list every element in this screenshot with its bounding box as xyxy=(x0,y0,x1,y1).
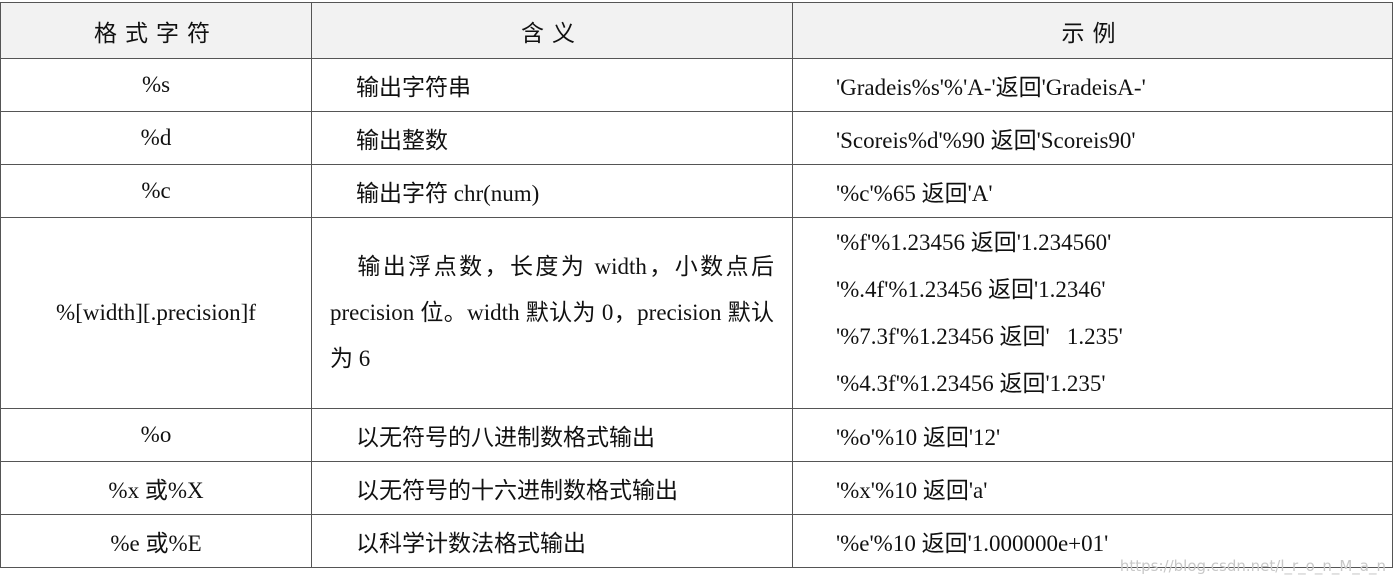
format-cell: %[width][.precision]f xyxy=(0,217,312,409)
header-example: 示例 xyxy=(792,2,1393,59)
table-row: %d 输出整数 'Scoreis%d'%90 返回'Scoreis90' xyxy=(0,111,1393,165)
example-cell: '%f'%1.23456 返回'1.234560' '%.4f'%1.23456… xyxy=(792,217,1393,409)
meaning-cell: 输出字符串 xyxy=(311,58,793,112)
meaning-cell: 以无符号的八进制数格式输出 xyxy=(311,408,793,462)
meaning-cell: 输出浮点数，长度为 width，小数点后 precision 位。width 默… xyxy=(311,217,793,409)
example-cell: '%o'%10 返回'12' xyxy=(792,408,1393,462)
meaning-cell: 以科学计数法格式输出 xyxy=(311,514,793,568)
table-row: %c 输出字符 chr(num) '%c'%65 返回'A' xyxy=(0,164,1393,218)
example-cell: 'Gradeis%s'%'A-'返回'GradeisA-' xyxy=(792,58,1393,112)
table-header-row: 格式字符 含义 示例 xyxy=(0,2,1393,59)
format-cell: %s xyxy=(0,58,312,112)
example-cell: 'Scoreis%d'%90 返回'Scoreis90' xyxy=(792,111,1393,165)
format-specifier-table: 格式字符 含义 示例 %s 输出字符串 'Gradeis%s'%'A-'返回'G… xyxy=(0,2,1393,568)
header-format: 格式字符 xyxy=(0,2,312,59)
format-cell: %c xyxy=(0,164,312,218)
format-cell: %o xyxy=(0,408,312,462)
meaning-cell: 以无符号的十六进制数格式输出 xyxy=(311,461,793,515)
table-row: %[width][.precision]f 输出浮点数，长度为 width，小数… xyxy=(0,217,1393,409)
watermark-url: https://blog.csdn.net/l_r_o_n_M_a_n xyxy=(1119,557,1386,575)
table-row: %o 以无符号的八进制数格式输出 '%o'%10 返回'12' xyxy=(0,408,1393,462)
example-cell: '%c'%65 返回'A' xyxy=(792,164,1393,218)
example-line: '%.4f'%1.23456 返回'1.2346' xyxy=(836,277,1106,302)
meaning-cell: 输出整数 xyxy=(311,111,793,165)
table-row: %s 输出字符串 'Gradeis%s'%'A-'返回'GradeisA-' xyxy=(0,58,1393,112)
format-cell: %x 或%X xyxy=(0,461,312,515)
table-row: %x 或%X 以无符号的十六进制数格式输出 '%x'%10 返回'a' xyxy=(0,461,1393,515)
format-cell: %d xyxy=(0,111,312,165)
example-cell: '%x'%10 返回'a' xyxy=(792,461,1393,515)
example-line: '%f'%1.23456 返回'1.234560' xyxy=(836,230,1112,255)
example-line: '%7.3f'%1.23456 返回' 1.235' xyxy=(836,324,1123,349)
example-line: '%4.3f'%1.23456 返回'1.235' xyxy=(836,371,1106,396)
header-meaning: 含义 xyxy=(311,2,793,59)
meaning-cell: 输出字符 chr(num) xyxy=(311,164,793,218)
format-cell: %e 或%E xyxy=(0,514,312,568)
meaning-text: 输出浮点数，长度为 width，小数点后 precision 位。width 默… xyxy=(330,254,774,371)
